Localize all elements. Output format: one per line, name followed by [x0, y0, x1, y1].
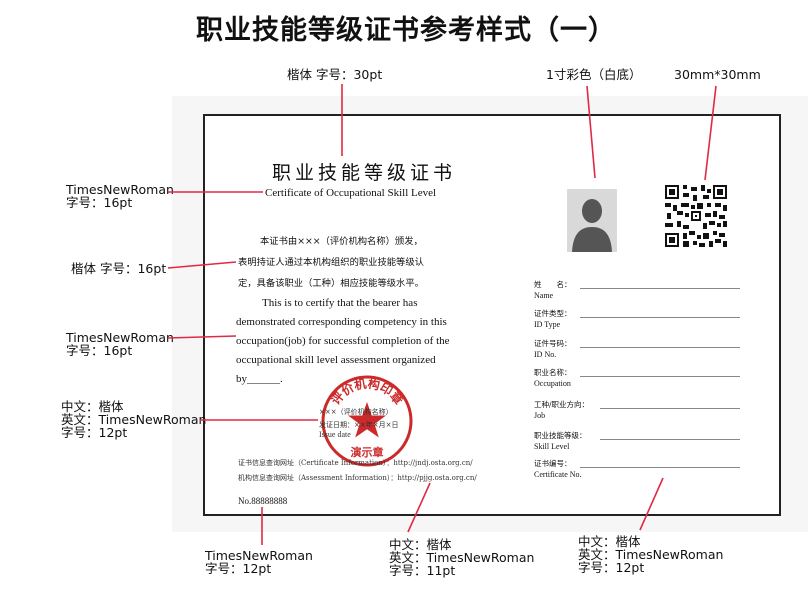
annotation-pointers	[167, 84, 717, 545]
pointer-en-body	[167, 335, 237, 339]
pointer-fields	[639, 477, 664, 531]
pointer-zh-body	[167, 261, 237, 269]
pointer-info	[407, 482, 431, 533]
pointer-photo	[586, 85, 596, 179]
pointer-qr	[704, 85, 717, 181]
